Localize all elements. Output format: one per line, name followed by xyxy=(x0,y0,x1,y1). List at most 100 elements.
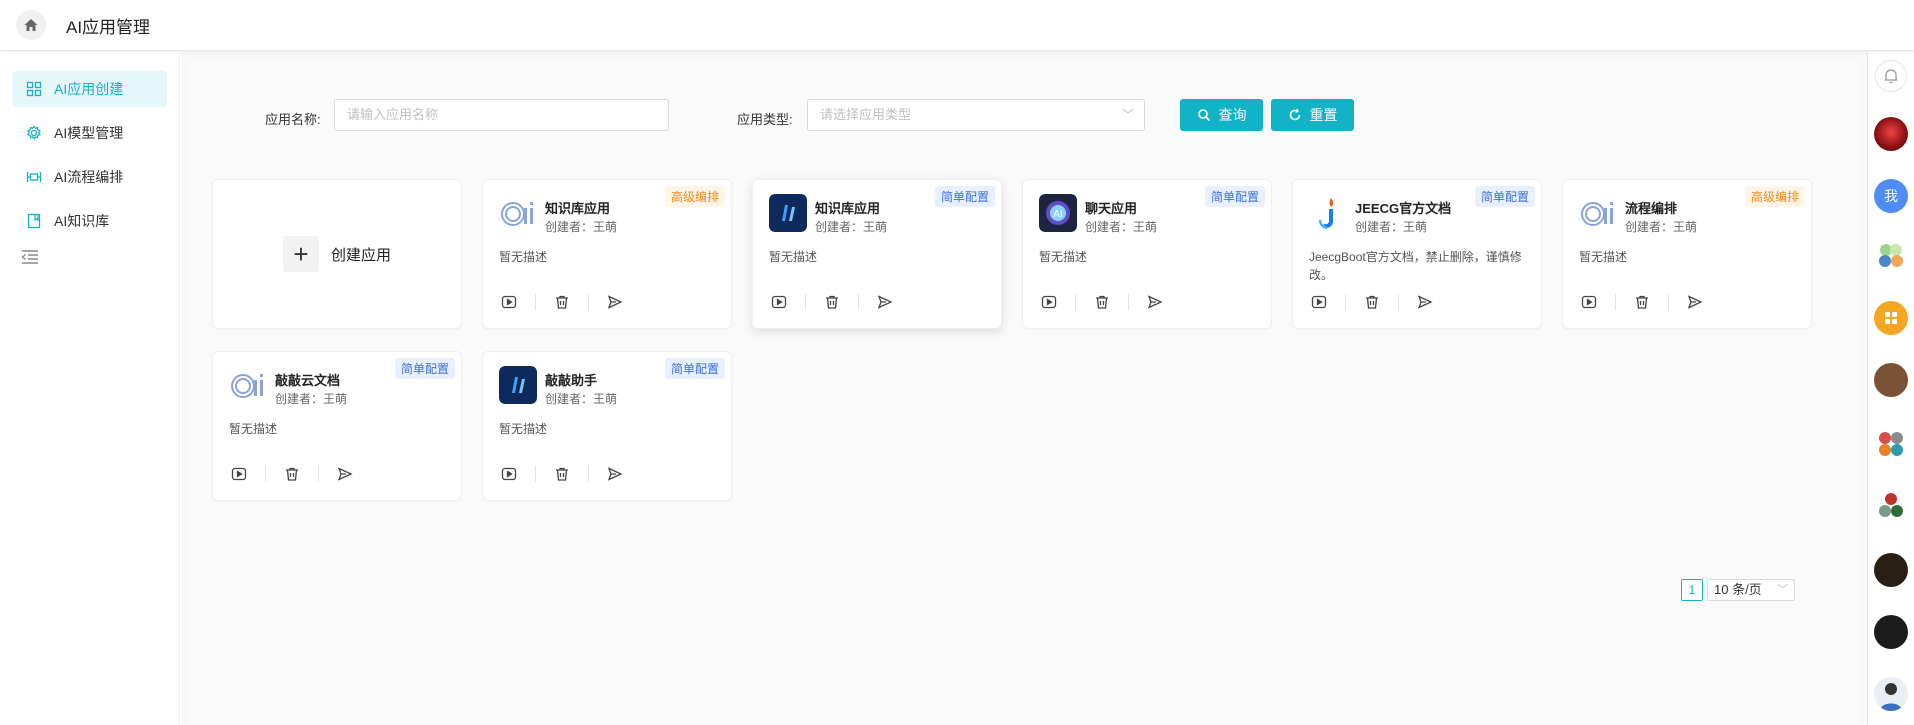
app-type-badge: 简单配置 xyxy=(394,358,455,379)
group-avatar[interactable] xyxy=(1874,427,1908,461)
app-card-title: 流程编排 xyxy=(1625,201,1678,216)
play-icon[interactable] xyxy=(229,464,249,484)
app-card[interactable]: 知识库应用 创建者：王萌 高级编排 暂无描述 xyxy=(482,179,732,329)
sidebar-item-ai-flow[interactable]: AI流程编排 xyxy=(12,159,167,195)
divider xyxy=(588,294,589,310)
app-card-actions xyxy=(1579,292,1705,312)
app-card-description: 暂无描述 xyxy=(1579,250,1628,264)
delete-icon[interactable] xyxy=(1362,292,1382,312)
send-icon[interactable] xyxy=(605,292,625,312)
delete-icon[interactable] xyxy=(1632,292,1652,312)
chevron-down-icon: ﹀ xyxy=(1777,584,1788,596)
app-card[interactable]: 敲敲助手 创建者：王萌 简单配置 暂无描述 xyxy=(482,351,732,501)
divider xyxy=(265,466,266,482)
app-card[interactable]: 知识库应用 创建者：王萌 简单配置 暂无描述 xyxy=(752,179,1002,329)
home-button[interactable] xyxy=(16,10,46,40)
app-card-actions xyxy=(1039,292,1165,312)
menu-fold-icon xyxy=(21,250,38,264)
plus-icon: + xyxy=(282,236,319,272)
group-avatar-icon xyxy=(1879,244,1903,267)
app-type-badge: 简单配置 xyxy=(1204,186,1265,207)
app-type-badge: 简单配置 xyxy=(664,358,725,379)
app-card-creator: 创建者：王萌 xyxy=(545,392,618,406)
send-icon[interactable] xyxy=(1685,292,1705,312)
me-avatar[interactable]: 我 xyxy=(1874,179,1908,213)
send-icon[interactable] xyxy=(335,464,355,484)
app-type-badge: 简单配置 xyxy=(934,186,995,207)
chevron-down-icon: ﹀ xyxy=(1121,108,1134,122)
app-type-label: 应用类型: xyxy=(737,112,793,127)
divider xyxy=(318,466,319,482)
sidebar-item-ai-knowledge[interactable]: AI知识库 xyxy=(12,203,167,239)
avatar[interactable] xyxy=(1874,363,1908,397)
send-icon[interactable] xyxy=(605,464,625,484)
home-icon xyxy=(24,19,38,31)
app-type-placeholder: 请选择应用类型 xyxy=(820,107,912,122)
delete-icon[interactable] xyxy=(552,464,572,484)
divider xyxy=(858,294,859,310)
play-icon[interactable] xyxy=(499,464,519,484)
group-avatar-icon xyxy=(1879,432,1903,456)
page-size-select[interactable]: 10 条/页 ﹀ xyxy=(1707,579,1795,601)
sidebar-item-ai-model[interactable]: AI模型管理 xyxy=(12,115,167,151)
reset-button[interactable]: 重置 xyxy=(1271,99,1354,131)
avatar[interactable] xyxy=(1874,553,1908,587)
sidebar-item-ai-app-create[interactable]: AI应用创建 xyxy=(12,71,167,107)
page-number-current[interactable]: 1 xyxy=(1681,579,1703,601)
svg-text:AI: AI xyxy=(1053,209,1062,220)
group-avatar-icon xyxy=(1879,493,1903,517)
app-card-description: 暂无描述 xyxy=(499,422,548,436)
create-app-label: 创建应用 xyxy=(330,246,391,264)
send-icon[interactable] xyxy=(875,292,895,312)
app-type-select[interactable]: 请选择应用类型 ﹀ xyxy=(807,99,1145,131)
avatar[interactable] xyxy=(1874,615,1908,649)
app-card[interactable]: 敲敲云文档 创建者：王萌 简单配置 暂无描述 xyxy=(212,351,462,501)
divider xyxy=(535,466,536,482)
jeecg-logo-icon xyxy=(1318,198,1334,230)
divider xyxy=(1345,294,1346,310)
create-app-card[interactable]: + 创建应用 xyxy=(212,179,462,329)
play-icon[interactable] xyxy=(1579,292,1599,312)
send-icon[interactable] xyxy=(1415,292,1435,312)
avatar[interactable] xyxy=(1874,117,1908,151)
query-button[interactable]: 查询 xyxy=(1180,99,1263,131)
flow-icon xyxy=(26,169,42,185)
play-icon[interactable] xyxy=(1039,292,1059,312)
app-type-badge: 简单配置 xyxy=(1474,186,1535,207)
top-header: AI应用管理 xyxy=(0,0,1914,51)
reset-button-label: 重置 xyxy=(1309,107,1338,123)
delete-icon[interactable] xyxy=(552,292,572,312)
delete-icon[interactable] xyxy=(282,464,302,484)
app-card[interactable]: 流程编排 创建者：王萌 高级编排 暂无描述 xyxy=(1562,179,1812,329)
menu-fold-button[interactable] xyxy=(20,247,40,267)
group-avatar[interactable] xyxy=(1874,239,1908,273)
content-panel: 应用名称: 请输入应用名称 应用类型: 请选择应用类型 ﹀ 查询 重置 + 创建… xyxy=(187,59,1861,725)
notification-button[interactable] xyxy=(1875,60,1907,92)
app-card-creator: 创建者：王萌 xyxy=(275,392,348,406)
apps-button[interactable] xyxy=(1874,301,1908,335)
play-icon[interactable] xyxy=(499,292,519,312)
delete-icon[interactable] xyxy=(822,292,842,312)
app-card-description: 暂无描述 xyxy=(1039,250,1088,264)
app-name-input[interactable]: 请输入应用名称 xyxy=(334,99,669,131)
app-card[interactable]: JEECG官方文档 创建者：王萌 简单配置 JeecgBoot官方文档，禁止删除… xyxy=(1292,179,1542,329)
avatar-image-icon xyxy=(1880,683,1902,711)
app-card[interactable]: AI 聊天应用 创建者：王萌 简单配置 暂无描述 xyxy=(1022,179,1272,329)
play-icon[interactable] xyxy=(1309,292,1329,312)
blue-app-logo-icon xyxy=(769,194,807,232)
app-card-creator: 创建者：王萌 xyxy=(1085,220,1158,234)
divider xyxy=(1128,294,1129,310)
bell-icon xyxy=(1884,69,1898,84)
page-size-value: 10 条/页 xyxy=(1714,582,1762,597)
group-avatar[interactable] xyxy=(1874,489,1908,523)
delete-icon[interactable] xyxy=(1092,292,1112,312)
app-card-creator: 创建者：王萌 xyxy=(1355,220,1428,234)
app-card-title: JEECG官方文档 xyxy=(1355,201,1452,216)
search-icon xyxy=(1197,109,1210,122)
main-area: 应用名称: 请输入应用名称 应用类型: 请选择应用类型 ﹀ 查询 重置 + 创建… xyxy=(181,51,1867,725)
avatar[interactable] xyxy=(1874,677,1908,711)
send-icon[interactable] xyxy=(1145,292,1165,312)
play-icon[interactable] xyxy=(769,292,789,312)
app-card-actions xyxy=(499,464,625,484)
divider xyxy=(1398,294,1399,310)
